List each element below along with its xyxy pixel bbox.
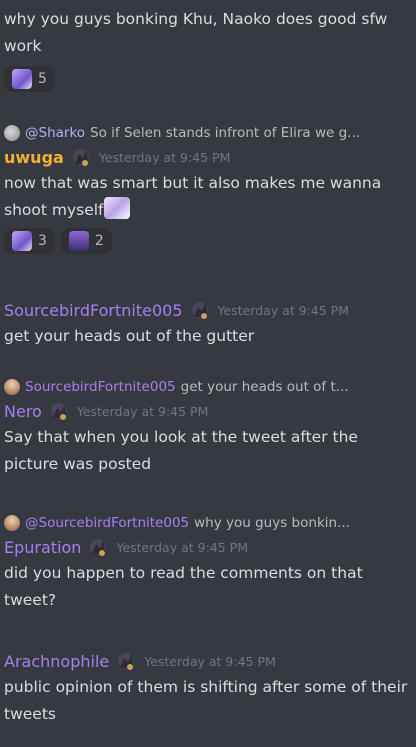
vtuber-emoji-icon <box>12 69 32 89</box>
message-3: SourcebirdFortnite005 get your heads out… <box>4 376 412 478</box>
message-text: why you guys bonking Khu, Naoko does goo… <box>4 10 388 55</box>
message-2: SourcebirdFortnite005 Yesterday at 9:45 … <box>4 297 412 350</box>
reply-text: get your heads out of t... <box>180 379 349 395</box>
reply-preview[interactable]: @SourcebirdFortnite005 why you guys bonk… <box>4 512 412 534</box>
message-0: why you guys bonking Khu, Naoko does goo… <box>4 6 412 92</box>
reaction-button[interactable]: 2 <box>60 228 112 254</box>
dragon-emoji-icon <box>68 231 89 251</box>
timestamp: Yesterday at 9:45 PM <box>76 403 209 419</box>
role-badge-icon <box>86 536 110 558</box>
message-text: Say that when you look at the tweet afte… <box>4 428 358 473</box>
timestamp: Yesterday at 9:45 PM <box>144 653 276 669</box>
role-badge-icon <box>69 146 93 168</box>
anime-face-emoji-icon <box>103 197 130 219</box>
reply-avatar-icon <box>4 515 20 531</box>
role-badge-icon <box>114 650 138 672</box>
reaction-button[interactable]: 3 <box>4 228 55 254</box>
reply-preview[interactable]: SourcebirdFortnite005 get your heads out… <box>4 376 412 398</box>
timestamp: Yesterday at 9:45 PM <box>98 149 231 165</box>
reply-mention[interactable]: @Sharko <box>25 125 85 141</box>
message-1: @Sharko So if Selen stands infront of El… <box>4 122 412 254</box>
message-header: Epuration Yesterday at 9:45 PM <box>4 534 412 560</box>
reply-avatar-icon <box>4 379 20 395</box>
vtuber-emoji-icon <box>12 231 32 251</box>
role-badge-icon <box>188 299 212 321</box>
username[interactable]: uwuga <box>4 148 64 167</box>
message-header: uwuga Yesterday at 9:45 PM <box>4 144 412 170</box>
reply-text: why you guys bonkin... <box>194 515 350 531</box>
message-header: SourcebirdFortnite005 Yesterday at 9:45 … <box>4 297 412 323</box>
reply-text: So if Selen stands infront of Elira we g… <box>90 125 361 141</box>
message-text: get your heads out of the gutter <box>4 327 255 345</box>
reaction-button[interactable]: 5 <box>4 66 55 92</box>
reply-avatar-icon <box>4 125 20 141</box>
message-text-wrap: now that was smart but it also makes me … <box>4 170 412 224</box>
timestamp: Yesterday at 9:45 PM <box>116 539 248 555</box>
message-text: did you happen to read the comments on t… <box>4 564 363 609</box>
role-badge-icon <box>47 400 71 422</box>
username[interactable]: Nero <box>4 402 42 421</box>
reactions: 3 2 <box>4 228 412 254</box>
message-text: now that was smart but it also makes me … <box>4 174 382 219</box>
reaction-count: 3 <box>38 233 47 249</box>
message-4: @SourcebirdFortnite005 why you guys bonk… <box>4 512 412 614</box>
message-header: Arachnophile Yesterday at 9:45 PM <box>4 648 412 674</box>
message-text: public opinion of them is shifting after… <box>4 678 408 723</box>
reaction-count: 2 <box>94 233 104 249</box>
username[interactable]: SourcebirdFortnite005 <box>4 301 183 320</box>
username[interactable]: Arachnophile <box>4 652 109 671</box>
message-header: Nero Yesterday at 9:45 PM <box>4 398 412 424</box>
reactions: 5 <box>4 66 412 92</box>
message-5: Arachnophile Yesterday at 9:45 PM public… <box>4 648 412 728</box>
username[interactable]: Epuration <box>4 538 81 557</box>
reply-mention[interactable]: SourcebirdFortnite005 <box>25 379 176 395</box>
timestamp: Yesterday at 9:45 PM <box>217 302 350 318</box>
reply-mention[interactable]: @SourcebirdFortnite005 <box>25 515 189 531</box>
reply-preview[interactable]: @Sharko So if Selen stands infront of El… <box>4 122 412 144</box>
reaction-count: 5 <box>38 71 47 87</box>
